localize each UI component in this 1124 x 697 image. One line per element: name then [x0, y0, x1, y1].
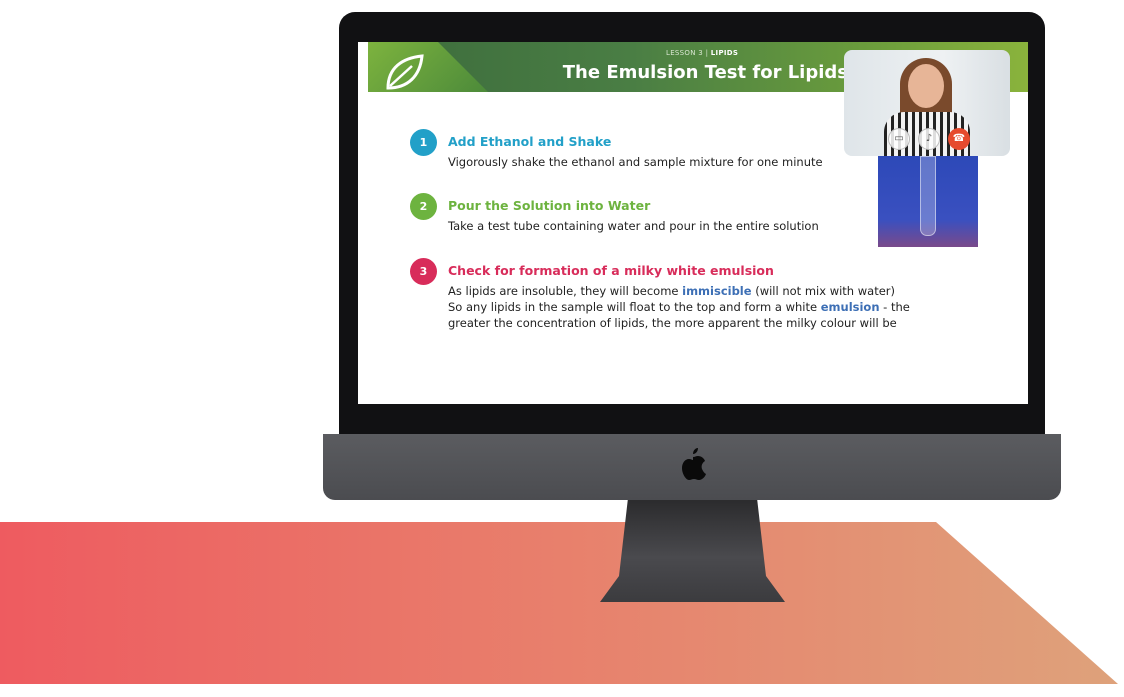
monitor-stand — [600, 498, 785, 602]
step-3-line-2: So any lipids in the sample will float t… — [448, 299, 910, 315]
slide-screen: LESSON 3 | LIPIDS The Emulsion Test for … — [358, 42, 1028, 404]
apple-logo-icon — [682, 448, 706, 480]
test-tube-image — [878, 156, 978, 247]
step-3-line-2-end: - the — [879, 300, 910, 314]
lesson-label: LESSON 3 | LIPIDS — [666, 49, 738, 57]
end-call-icon[interactable]: ☎ — [948, 128, 970, 150]
chat-icon[interactable]: ▭ — [888, 128, 910, 150]
video-call-window[interactable]: ▭ ♪ ☎ — [844, 50, 1010, 156]
step-3-number-badge: 3 — [410, 258, 437, 285]
step-1-title: Add Ethanol and Shake — [448, 134, 612, 149]
step-3-line-1-end: (will not mix with water) — [751, 284, 896, 298]
step-3-line-2-start: So any lipids in the sample will float t… — [448, 300, 821, 314]
presenter-face — [908, 64, 944, 108]
mic-icon[interactable]: ♪ — [918, 128, 940, 150]
step-3-text: As lipids are insoluble, they will becom… — [448, 283, 910, 331]
test-tube-glass — [920, 156, 936, 236]
lesson-topic: LIPIDS — [710, 49, 739, 57]
keyword-immiscible: immiscible — [682, 284, 752, 298]
step-2-number-badge: 2 — [410, 193, 437, 220]
step-3-line-3: greater the concentration of lipids, the… — [448, 316, 897, 330]
lesson-number: LESSON 3 — [666, 49, 704, 57]
step-2-title: Pour the Solution into Water — [448, 198, 651, 213]
lesson-separator: | — [705, 49, 709, 57]
step-1-text: Vigorously shake the ethanol and sample … — [448, 155, 823, 169]
step-3-title: Check for formation of a milky white emu… — [448, 263, 774, 278]
keyword-emulsion: emulsion — [820, 300, 880, 314]
slide-title: The Emulsion Test for Lipids — [562, 62, 848, 83]
step-3-line-1: As lipids are insoluble, they will becom… — [448, 283, 910, 299]
step-2-text: Take a test tube containing water and po… — [448, 219, 819, 233]
leaf-icon — [386, 54, 424, 90]
step-1-number-badge: 1 — [410, 129, 437, 156]
floor-gradient — [0, 522, 1118, 684]
step-3-line-1-start: As lipids are insoluble, they will becom… — [448, 284, 683, 298]
